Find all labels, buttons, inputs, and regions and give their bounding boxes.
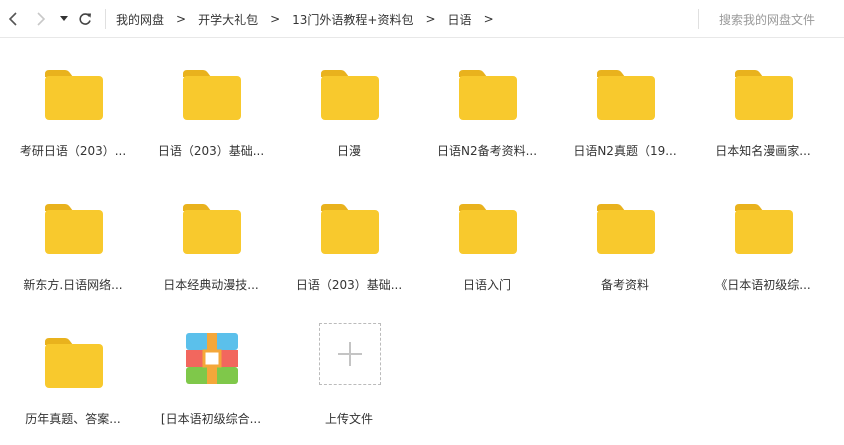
file-name: 日语N2真题（19... [573, 144, 677, 158]
folder-icon [183, 70, 241, 120]
toolbar-divider [105, 9, 106, 29]
refresh-button[interactable] [74, 8, 96, 30]
folder-icon [45, 338, 103, 388]
file-name: 日语N2备考资料... [436, 144, 538, 158]
folder-icon [45, 204, 103, 254]
folder-item[interactable]: 备考资料 [556, 172, 694, 298]
folder-item[interactable]: 日语N2真题（19... [556, 38, 694, 164]
file-name: 日漫 [336, 144, 361, 158]
folder-item[interactable]: 《日本语初级综... [694, 172, 832, 298]
search-divider [698, 9, 699, 29]
file-name: 日语（203）基础... [295, 278, 403, 292]
caret-down-icon [60, 16, 68, 21]
file-name: 日本知名漫画家... [715, 144, 811, 158]
folder-icon [597, 204, 655, 254]
breadcrumb-item-gift-pack[interactable]: 开学大礼包 [198, 11, 258, 28]
folder-icon [597, 70, 655, 120]
upload-button[interactable] [319, 323, 381, 385]
breadcrumb-item-japanese[interactable]: 日语 [448, 11, 472, 28]
archive-item[interactable]: [日本语初级综合... [142, 306, 280, 432]
folder-item[interactable]: 日语（203）基础... [142, 38, 280, 164]
file-name: 日本经典动漫技... [163, 278, 259, 292]
folder-item[interactable]: 日语入门 [418, 172, 556, 298]
forward-button[interactable] [30, 8, 52, 30]
file-name: 《日本语初级综... [715, 278, 811, 292]
file-name: 考研日语（203）... [19, 144, 127, 158]
toolbar: 我的网盘 > 开学大礼包 > 13门外语教程+资料包 > 日语 > 搜索我的网盘… [0, 0, 844, 38]
plus-icon [338, 342, 362, 366]
folder-icon [183, 204, 241, 254]
file-name: 备考资料 [600, 278, 649, 292]
file-name: 新东方.日语网络... [23, 278, 123, 292]
breadcrumb-item-root[interactable]: 我的网盘 [116, 11, 164, 28]
file-name: 历年真题、答案... [25, 412, 121, 426]
back-button[interactable] [2, 8, 24, 30]
breadcrumb-separator: > [483, 12, 494, 26]
breadcrumb-separator: > [270, 12, 281, 26]
folder-icon [735, 204, 793, 254]
folder-icon [459, 70, 517, 120]
upload-label: 上传文件 [324, 412, 373, 426]
folder-item[interactable]: 日语N2备考资料... [418, 38, 556, 164]
folder-icon [45, 70, 103, 120]
folder-item[interactable]: 新东方.日语网络... [4, 172, 142, 298]
archive-file-icon [186, 333, 238, 384]
folder-item[interactable]: 日本经典动漫技... [142, 172, 280, 298]
folder-item[interactable]: 日漫 [280, 38, 418, 164]
folder-item[interactable]: 历年真题、答案... [4, 306, 142, 432]
file-name: [日本语初级综合... [160, 412, 262, 426]
breadcrumb-separator: > [425, 12, 436, 26]
chevron-right-icon [37, 12, 46, 26]
refresh-icon [79, 13, 91, 25]
breadcrumb: 我的网盘 > 开学大礼包 > 13门外语教程+资料包 > 日语 > [116, 0, 506, 38]
upload-tile[interactable]: 上传文件 [280, 306, 418, 432]
folder-icon [321, 70, 379, 120]
chevron-left-icon [8, 12, 17, 26]
folder-icon [321, 204, 379, 254]
file-name: 日语入门 [462, 278, 511, 292]
folder-item[interactable]: 日语（203）基础... [280, 172, 418, 298]
history-dropdown-button[interactable] [54, 8, 74, 30]
folder-item[interactable]: 考研日语（203）... [4, 38, 142, 164]
file-grid: 考研日语（203）... 日语（203）基础... 日漫 日语N2备考资料...… [0, 38, 844, 445]
file-name: 日语（203）基础... [157, 144, 265, 158]
folder-icon [735, 70, 793, 120]
breadcrumb-item-language-pack[interactable]: 13门外语教程+资料包 [292, 11, 413, 28]
breadcrumb-separator: > [176, 12, 187, 26]
search-input[interactable]: 搜索我的网盘文件 [719, 0, 815, 38]
folder-item[interactable]: 日本知名漫画家... [694, 38, 832, 164]
folder-icon [459, 204, 517, 254]
